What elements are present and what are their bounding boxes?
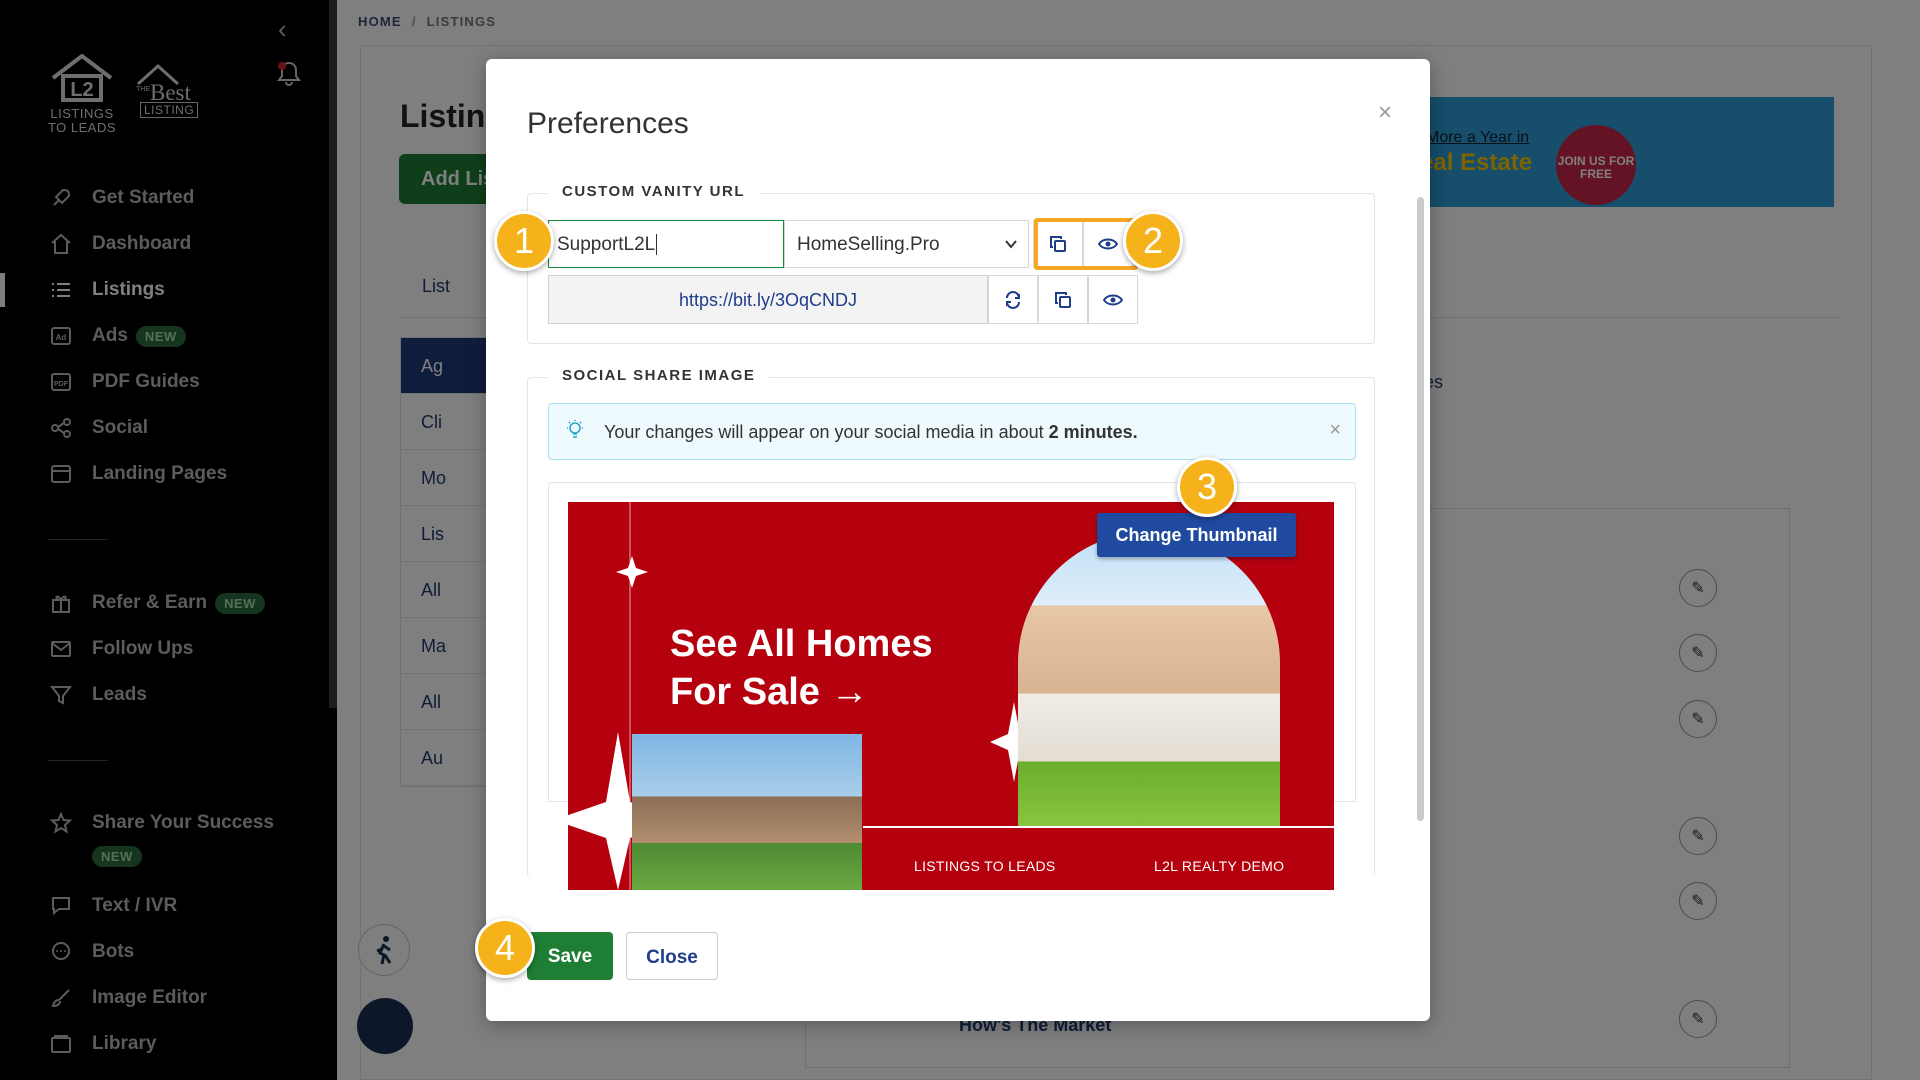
step-marker-3: 3 xyxy=(1177,457,1237,517)
thumbnail-footer: LISTINGS TO LEADS L2L REALTY DEMO xyxy=(863,826,1334,890)
headline-line1: See All Homes xyxy=(670,623,933,665)
step-marker-4: 4 xyxy=(475,918,535,978)
social-share-thumbnail: See All Homes For Sale → LISTINGS TO LEAD… xyxy=(568,502,1334,890)
thumbnail-clip: See All Homes For Sale → LISTINGS TO LEAD… xyxy=(486,59,1430,890)
house-photo-left xyxy=(632,734,862,890)
thumbnail-footer-right: L2L REALTY DEMO xyxy=(1154,858,1285,874)
thumbnail-headline: See All Homes For Sale → xyxy=(670,620,933,716)
close-button[interactable]: Close xyxy=(626,932,718,980)
save-button[interactable]: Save xyxy=(527,932,613,980)
change-thumbnail-button[interactable]: Change Thumbnail xyxy=(1097,513,1296,557)
step-marker-1: 1 xyxy=(494,211,554,271)
step-marker-2: 2 xyxy=(1123,211,1183,271)
thumbnail-footer-left: LISTINGS TO LEADS xyxy=(914,858,1056,874)
house-photo-right xyxy=(1018,532,1280,826)
headline-line2: For Sale → xyxy=(670,671,869,713)
preferences-modal: Preferences × CUSTOM VANITY URL SupportL… xyxy=(486,59,1430,1021)
